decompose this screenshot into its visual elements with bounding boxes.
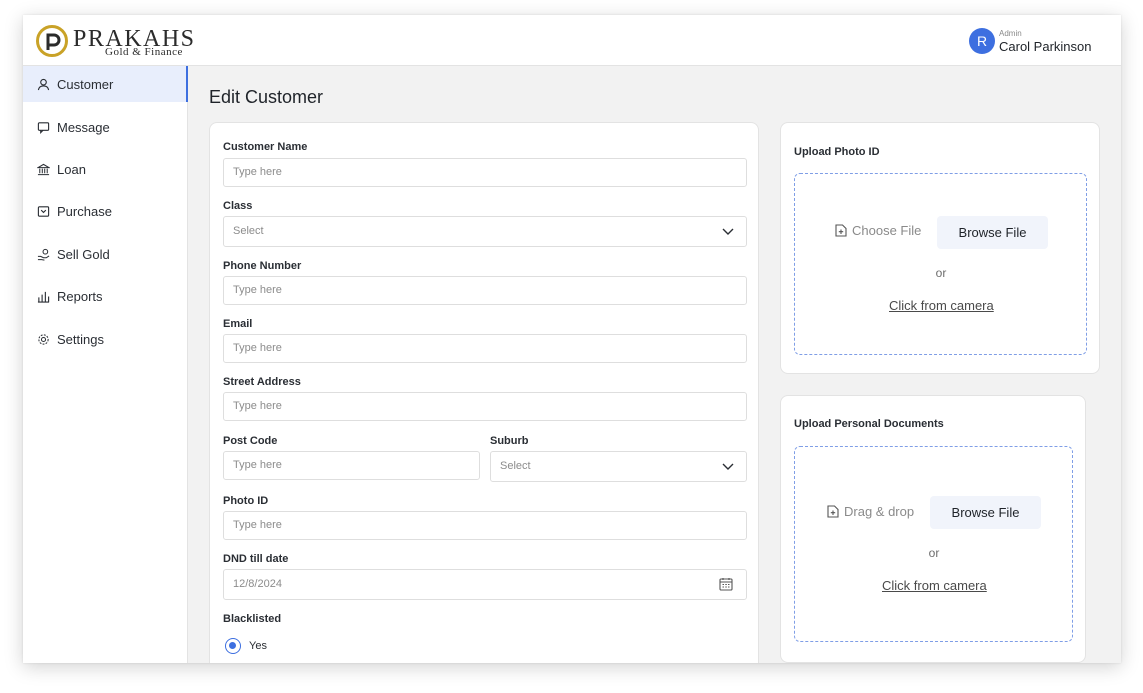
or-text: or xyxy=(928,546,940,560)
dnd-date-input[interactable]: 12/8/2024 xyxy=(223,569,747,600)
sidebar-item-customer[interactable]: Customer xyxy=(23,66,188,102)
user-role: Admin xyxy=(999,29,1022,38)
app-window: PRAKAHS Gold & Finance R Admin Carol Par… xyxy=(23,15,1121,663)
upload-photo-card: Upload Photo ID Choose File Browse File … xyxy=(780,122,1100,374)
chevron-down-icon xyxy=(722,228,734,235)
sidebar-item-label: Settings xyxy=(57,331,104,347)
sidebar-item-reports[interactable]: Reports xyxy=(23,278,188,314)
file-add-icon xyxy=(827,505,839,518)
sidebar-item-loan[interactable]: Loan xyxy=(23,151,188,187)
sidebar: Customer Message Loan Purchase Sell Gold… xyxy=(23,66,188,663)
browse-file-button[interactable]: Browse File xyxy=(930,496,1041,529)
sidebar-item-purchase[interactable]: Purchase xyxy=(23,193,188,229)
dnd-date-value: 12/8/2024 xyxy=(233,578,282,590)
customer-name-label: Customer Name xyxy=(223,141,308,153)
class-label: Class xyxy=(223,200,253,212)
photo-dropzone[interactable]: Choose File Browse File or Click from ca… xyxy=(794,173,1087,355)
sidebar-item-label: Sell Gold xyxy=(57,246,110,262)
suburb-label: Suburb xyxy=(490,435,529,447)
bank-icon xyxy=(37,163,50,175)
browse-file-button[interactable]: Browse File xyxy=(937,216,1048,249)
user-menu[interactable]: R Admin Carol Parkinson xyxy=(969,28,1099,54)
user-icon xyxy=(37,78,50,90)
dnd-date-label: DND till date xyxy=(223,553,289,565)
sidebar-item-label: Reports xyxy=(57,288,103,304)
message-icon xyxy=(37,121,50,134)
sidebar-item-sell-gold[interactable]: Sell Gold xyxy=(23,236,188,272)
sidebar-item-label: Loan xyxy=(57,161,86,177)
post-code-input[interactable]: Type here xyxy=(223,451,480,480)
sidebar-item-message[interactable]: Message xyxy=(23,109,188,145)
brand-tagline: Gold & Finance xyxy=(105,46,183,58)
street-address-input[interactable]: Type here xyxy=(223,392,747,421)
suburb-select-value: Select xyxy=(500,460,531,472)
sidebar-item-label: Customer xyxy=(57,76,114,92)
sidebar-item-settings[interactable]: Settings xyxy=(23,321,188,357)
calendar-icon[interactable] xyxy=(719,577,733,591)
user-name: Carol Parkinson xyxy=(999,39,1092,54)
post-code-label: Post Code xyxy=(223,435,278,447)
suburb-select[interactable]: Select xyxy=(490,451,747,482)
photo-id-label: Photo ID xyxy=(223,495,269,507)
click-from-camera-link[interactable]: Click from camera xyxy=(882,578,987,593)
avatar[interactable]: R xyxy=(969,28,995,54)
blacklisted-label: Blacklisted xyxy=(223,613,282,625)
click-from-camera-link[interactable]: Click from camera xyxy=(889,298,994,313)
phone-input[interactable]: Type here xyxy=(223,276,747,305)
choose-file[interactable]: Choose File xyxy=(835,223,921,238)
photo-id-input[interactable]: Type here xyxy=(223,511,747,540)
chevron-down-icon xyxy=(722,463,734,470)
class-select-value: Select xyxy=(233,225,264,237)
blacklisted-yes-radio[interactable] xyxy=(225,638,241,654)
hand-coin-icon xyxy=(37,248,50,261)
bar-chart-icon xyxy=(37,291,50,303)
top-bar: PRAKAHS Gold & Finance R Admin Carol Par… xyxy=(23,15,1121,66)
brand-logo-icon xyxy=(36,25,68,57)
customer-form-card: Customer Name Type here Class Select Pho… xyxy=(209,122,759,663)
sidebar-item-label: Purchase xyxy=(57,203,112,219)
documents-dropzone[interactable]: Drag & drop Browse File or Click from ca… xyxy=(794,446,1073,642)
class-select[interactable]: Select xyxy=(223,216,747,247)
gear-icon xyxy=(38,333,49,345)
customer-name-input[interactable]: Type here xyxy=(223,158,747,187)
email-input[interactable]: Type here xyxy=(223,334,747,363)
purchase-icon xyxy=(37,205,50,217)
street-address-label: Street Address xyxy=(223,376,301,388)
upload-documents-title: Upload Personal Documents xyxy=(794,418,944,430)
choose-file-label: Choose File xyxy=(852,223,922,238)
drag-and-drop[interactable]: Drag & drop xyxy=(827,504,914,519)
sidebar-item-label: Message xyxy=(57,119,110,135)
email-label: Email xyxy=(223,318,253,330)
drag-and-drop-label: Drag & drop xyxy=(844,504,915,519)
or-text: or xyxy=(935,266,947,280)
phone-label: Phone Number xyxy=(223,260,302,272)
file-add-icon xyxy=(835,224,847,237)
blacklisted-yes-label: Yes xyxy=(249,640,267,652)
page-title: Edit Customer xyxy=(209,87,324,107)
upload-documents-card: Upload Personal Documents Drag & drop Br… xyxy=(780,395,1086,663)
upload-photo-title: Upload Photo ID xyxy=(794,146,880,158)
